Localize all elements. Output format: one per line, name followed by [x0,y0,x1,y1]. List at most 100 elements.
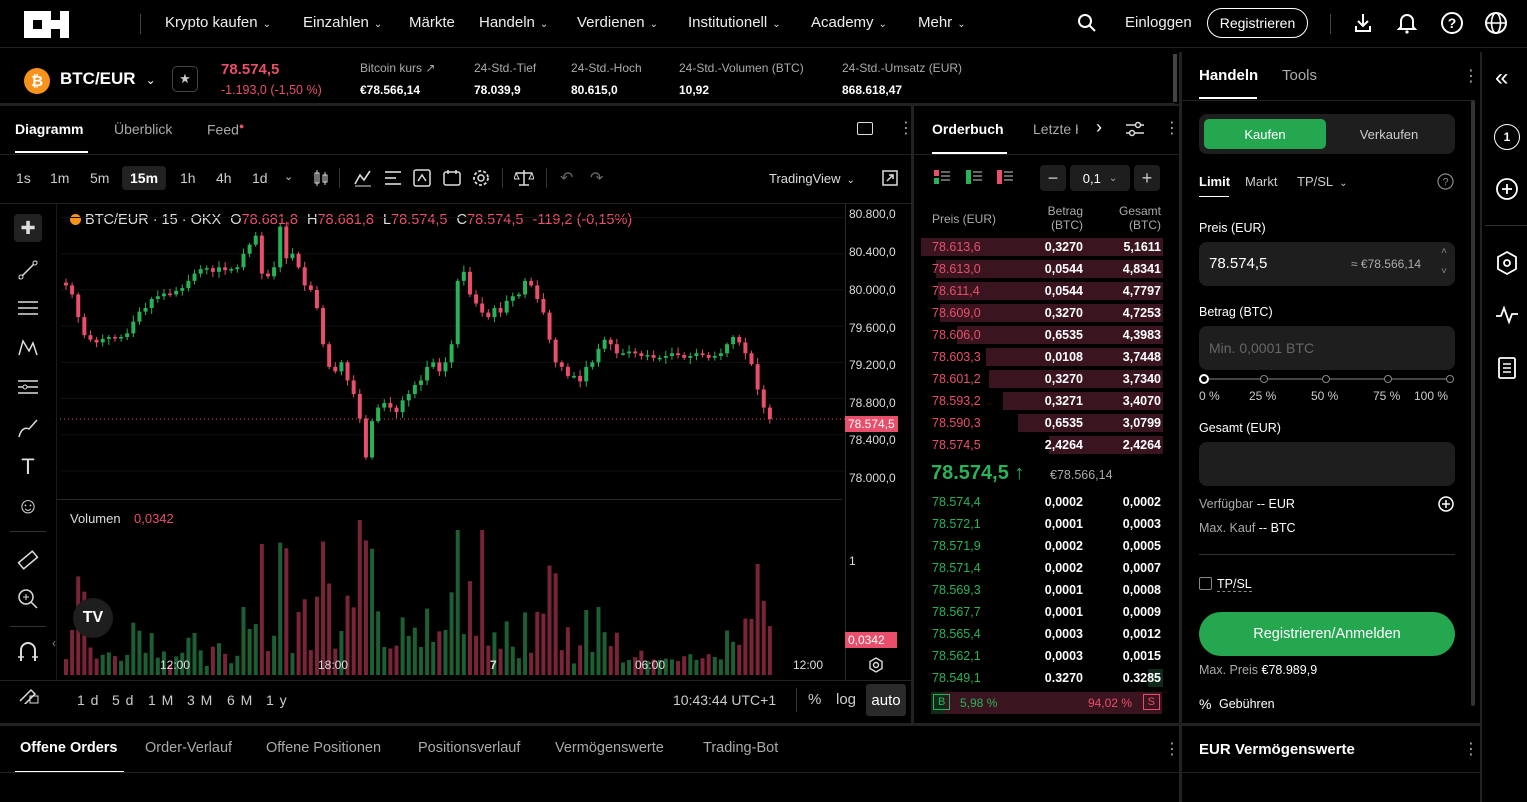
step-decrease-button[interactable]: − [1040,165,1066,191]
range-1d[interactable]: 1 d [77,692,99,708]
chart-menu-icon[interactable]: ⋮ [898,118,914,138]
window-icon[interactable] [857,122,873,135]
text-tool-icon[interactable]: T [14,453,42,481]
bid-row[interactable]: 78.565,4 0,0003 0,0012 [921,623,1163,645]
fees-link[interactable]: Gebühren [1219,697,1275,711]
brush-tool-icon[interactable] [14,414,42,442]
redo-icon[interactable]: ↷ [590,168,603,188]
tradingview-toggle[interactable]: TradingView ⌄ [769,171,855,186]
bid-row[interactable]: 78.572,1 0,0001 0,0003 [921,513,1163,535]
scale-log-toggle[interactable]: log [836,691,856,708]
ask-row[interactable]: 78.613,6 0,3270 5,1611 [921,236,1163,258]
tab-order-history[interactable]: Order-Verlauf [145,740,232,756]
tf-1m[interactable]: 1m [50,170,69,186]
ask-row[interactable]: 78.611,4 0,0544 4,7797 [921,280,1163,302]
ask-row[interactable]: 78.603,3 0,0108 3,7448 [921,346,1163,368]
scale-auto-toggle[interactable]: auto [866,684,906,716]
filter-sliders-icon[interactable] [1125,120,1145,138]
slider-handle[interactable] [1199,374,1209,384]
pattern-tool-icon[interactable] [14,334,42,362]
slider-mark[interactable]: 0 % [1199,389,1220,403]
nav-verdienen[interactable]: Verdienen ⌄ [577,14,658,31]
bid-row[interactable]: 78.569,3 0,0001 0,0008 [921,579,1163,601]
view-both-icon[interactable] [934,170,950,184]
range-6m[interactable]: 6 M [227,692,253,708]
register-button[interactable]: Registrieren [1207,8,1308,38]
compare-scale-icon[interactable] [514,169,534,187]
slider-mark[interactable]: 50 % [1311,389,1338,403]
tf-1h[interactable]: 1h [180,170,196,186]
emoji-tool-icon[interactable]: ☺ [14,492,42,520]
tab-diagramm[interactable]: Diagramm [15,121,83,137]
nav-mehr[interactable]: Mehr ⌄ [918,14,966,31]
login-link[interactable]: Einloggen [1125,14,1192,31]
slider-mark[interactable]: 25 % [1249,389,1276,403]
assets-menu-icon[interactable]: ⋮ [1463,739,1479,759]
crosshair-tool-icon[interactable]: ✚ [14,214,42,242]
globe-icon[interactable] [1484,11,1508,35]
order-type-limit[interactable]: Limit [1199,174,1230,189]
total-input[interactable] [1199,442,1455,486]
register-login-button[interactable]: Registrieren/Anmelden [1199,612,1455,656]
ask-row[interactable]: 78.593,2 0,3271 3,4070 [921,390,1163,412]
ask-row[interactable]: 78.590,3 0,6535 3,0799 [921,412,1163,434]
price-chart[interactable] [60,205,845,680]
undo-icon[interactable]: ↶ [560,168,573,188]
tab-position-history[interactable]: Positionsverlauf [418,740,520,756]
bid-row[interactable]: 78.571,4 0,0002 0,0007 [921,557,1163,579]
lock-drawing-icon[interactable] [14,679,42,707]
order-type-market[interactable]: Markt [1245,174,1278,189]
fullscreen-icon[interactable] [882,170,898,186]
range-5d[interactable]: 5 d [112,692,134,708]
nav-einzahlen[interactable]: Einzahlen ⌄ [303,14,382,31]
download-icon[interactable] [1353,12,1373,34]
utc-clock[interactable]: 10:43:44 UTC+1 [673,692,776,708]
bid-row[interactable]: 78.562,1 0,0003 0,0015 [921,645,1163,667]
zoom-tool-icon[interactable] [14,585,42,613]
tradingview-logo-icon[interactable]: TV [73,598,113,638]
price-stepper-up-icon[interactable]: ˄ [1441,246,1447,257]
replay-icon[interactable] [443,169,461,187]
sell-tab-button[interactable]: Verkaufen [1328,119,1450,149]
slider-mark[interactable]: 75 % [1373,389,1400,403]
bid-row[interactable]: 78.567,7 0,0001 0,0009 [921,601,1163,623]
tf-1d[interactable]: 1d [252,170,268,186]
tf-4h[interactable]: 4h [216,170,232,186]
nav-maerkte[interactable]: Märkte [409,14,455,31]
tab-handeln[interactable]: Handeln [1199,67,1258,84]
step-increase-button[interactable]: + [1134,165,1160,191]
info-help-icon[interactable]: ? [1437,173,1454,190]
nav-academy[interactable]: Academy ⌄ [811,14,887,31]
add-widget-icon[interactable] [1495,177,1519,201]
amount-input[interactable]: Min. 0,0001 BTC [1199,326,1455,370]
ask-row[interactable]: 78.606,0 0,6535 4,3983 [921,324,1163,346]
tf-5m[interactable]: 5m [90,170,109,186]
tabs-next-icon[interactable]: › [1096,117,1102,138]
range-1m[interactable]: 1 M [148,692,174,708]
orderbook-menu-icon[interactable]: ⋮ [1164,118,1180,138]
document-icon[interactable] [1497,356,1517,380]
help-icon[interactable]: ? [1440,11,1464,35]
bid-row[interactable]: 78.549,1 0.3270 0.3285 [921,667,1163,689]
hexagon-icon[interactable] [1495,250,1519,276]
tab-tools[interactable]: Tools [1282,67,1317,84]
timeframe-dropdown-icon[interactable]: ⌄ [284,170,293,183]
tf-1s[interactable]: 1s [16,170,31,186]
tab-ueberblick[interactable]: Überblick [114,121,172,137]
notification-count-badge[interactable]: 1 [1494,124,1520,150]
okx-logo[interactable] [24,11,69,38]
search-icon[interactable] [1077,13,1097,33]
indicators-icon[interactable] [354,169,372,187]
ask-row[interactable]: 78.609,0 0,3270 4,7253 [921,302,1163,324]
ask-row[interactable]: 78.574,5 2,4264 2,4264 [921,434,1163,456]
nav-institutionell[interactable]: Institutionell ⌄ [688,14,781,31]
bid-row[interactable]: 78.571,9 0,0002 0,0005 [921,535,1163,557]
alert-icon[interactable] [413,169,431,187]
magnet-tool-icon[interactable] [14,638,42,666]
scale-percent-toggle[interactable]: % [808,691,821,708]
ask-row[interactable]: 78.601,2 0,3270 3,7340 [921,368,1163,390]
tab-orderbuch[interactable]: Orderbuch [932,121,1004,137]
tpsl-checkbox[interactable] [1199,577,1212,590]
nav-krypto-kaufen[interactable]: Krypto kaufen ⌄ [165,14,271,31]
trade-panel-menu-icon[interactable]: ⋮ [1463,66,1479,86]
